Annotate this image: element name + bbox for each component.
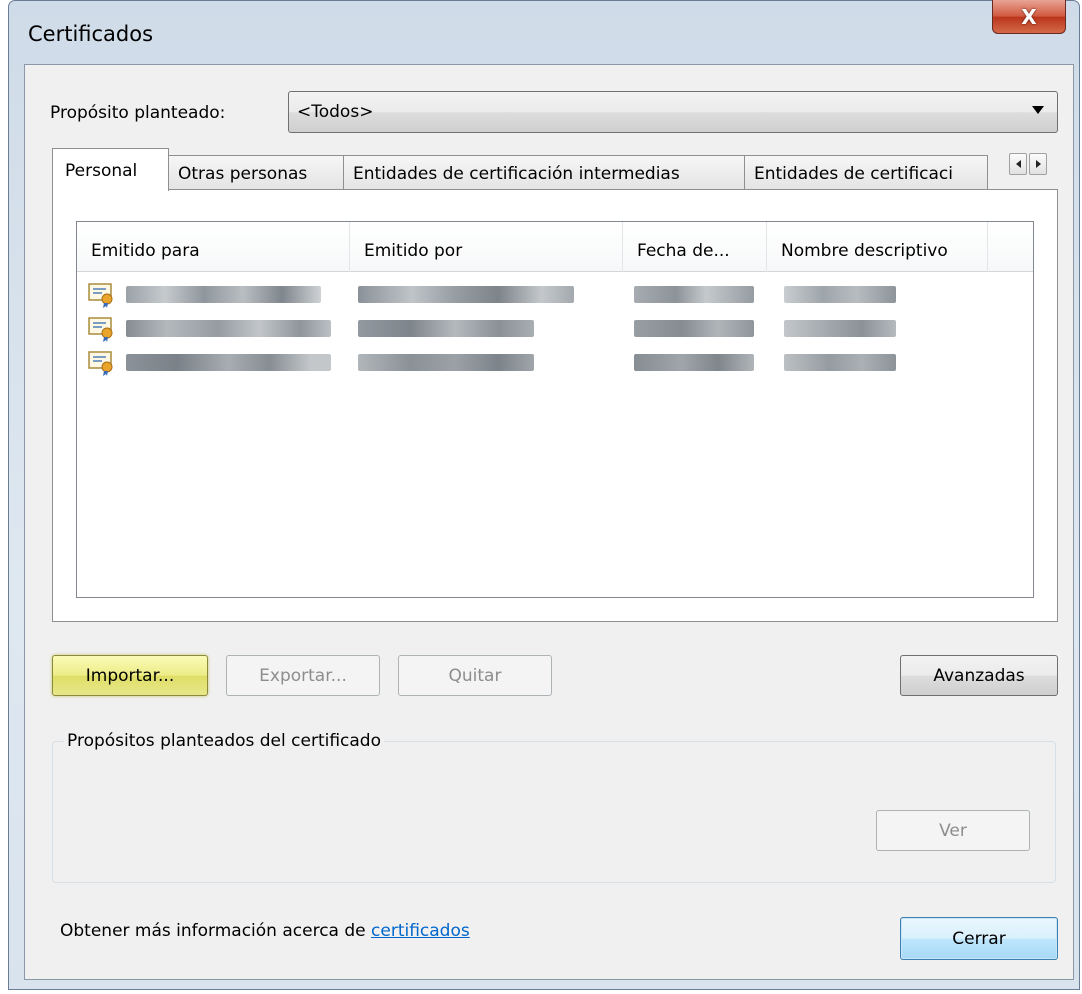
certificate-icon: [88, 351, 113, 376]
info-text-prefix: Obtener más información acerca de: [60, 921, 372, 941]
redacted-date: [634, 286, 754, 303]
redacted-issued-to: [126, 286, 321, 303]
redacted-date: [634, 354, 754, 371]
list-item[interactable]: [88, 316, 928, 344]
tab-scroll-right-button[interactable]: [1029, 153, 1047, 175]
close-window-button[interactable]: X: [992, 0, 1066, 34]
window-title: Certificados: [28, 22, 154, 46]
certificate-list[interactable]: [76, 221, 1034, 598]
tab-entidades-intermedias[interactable]: Entidades de certificación intermedias: [343, 155, 745, 189]
certificate-purposes-label: Propósitos planteados del certificado: [64, 731, 384, 751]
purpose-label: Propósito planteado:: [50, 103, 226, 123]
list-item[interactable]: [88, 350, 928, 378]
certificate-icon: [88, 283, 113, 308]
export-button[interactable]: Exportar...: [226, 655, 380, 696]
redacted-date: [634, 320, 754, 337]
close-icon: X: [1021, 4, 1037, 29]
certificate-icon: [88, 317, 113, 342]
close-button[interactable]: Cerrar: [900, 917, 1058, 960]
redacted-issued-to: [126, 354, 331, 371]
redacted-friendly-name: [784, 286, 896, 303]
purpose-dropdown[interactable]: [288, 91, 1058, 133]
remove-button[interactable]: Quitar: [398, 655, 552, 696]
advanced-button[interactable]: Avanzadas: [900, 655, 1058, 696]
import-button[interactable]: Importar...: [52, 655, 208, 696]
view-button[interactable]: Ver: [876, 810, 1030, 851]
tab-scroll-left-button[interactable]: [1009, 153, 1027, 175]
info-text: Obtener más información acerca de certif…: [60, 921, 470, 941]
arrow-left-icon: [1015, 160, 1021, 168]
chevron-down-icon[interactable]: [1032, 106, 1044, 114]
redacted-issued-to: [126, 320, 331, 337]
list-item[interactable]: [88, 282, 928, 310]
tab-otras-personas[interactable]: Otras personas: [168, 155, 344, 189]
purpose-selected-value: <Todos>: [297, 102, 374, 122]
redacted-issued-by: [358, 320, 534, 337]
arrow-right-icon: [1035, 160, 1041, 168]
tab-personal[interactable]: Personal: [52, 148, 169, 191]
tab-entidades-raiz[interactable]: Entidades de certificaci: [744, 155, 988, 189]
redacted-issued-by: [358, 286, 574, 303]
column-header-nombre-descriptivo[interactable]: Nombre descriptivo: [767, 222, 988, 272]
certificates-help-link[interactable]: certificados: [371, 921, 470, 941]
column-header-emitido-por[interactable]: Emitido por: [350, 222, 623, 272]
column-header-emitido-para[interactable]: Emitido para: [77, 222, 350, 272]
redacted-friendly-name: [784, 354, 896, 371]
column-header-fecha[interactable]: Fecha de...: [623, 222, 767, 272]
redacted-friendly-name: [784, 320, 896, 337]
redacted-issued-by: [358, 354, 534, 371]
